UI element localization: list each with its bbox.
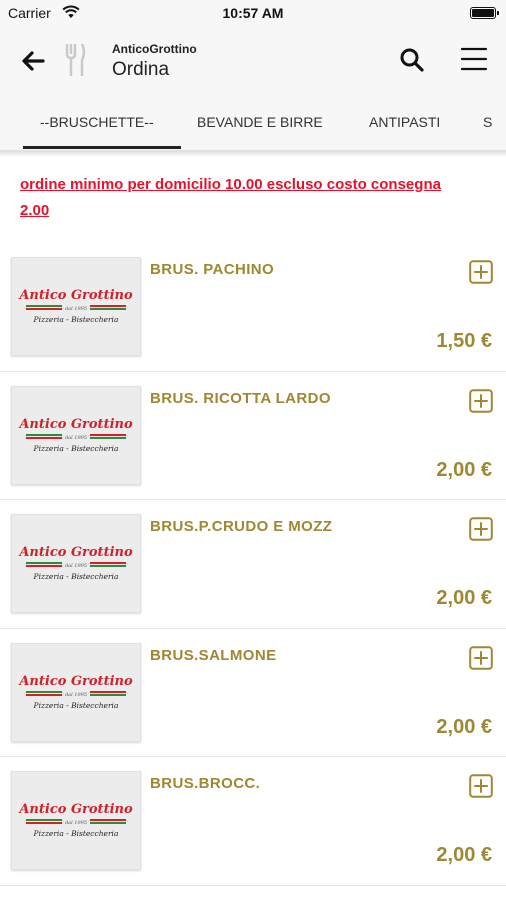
svg-text:Antico Grottino: Antico Grottino [17, 802, 133, 817]
product-price: 2,00 € [436, 844, 492, 866]
svg-text:Pizzeria - Bisteccheria: Pizzeria - Bisteccheria [33, 701, 119, 710]
hamburger-menu-icon[interactable] [460, 46, 488, 72]
list-item[interactable]: Antico Grottino dal 1995 Pizzeria - Bistec… [0, 757, 506, 886]
product-logo-image: Antico Grottino dal 1995 Pizzeria - Bistec… [11, 514, 141, 613]
product-price: 2,00 € [436, 587, 492, 609]
product-logo-image: Antico Grottino dal 1995 Pizzeria - Bistec… [11, 257, 141, 356]
tab-antipasti[interactable]: ANTIPASTI [369, 114, 440, 130]
list-item[interactable]: Antico Grottino dal 1995 Pizzeria - Bistec… [0, 372, 506, 500]
add-to-cart-icon[interactable] [469, 645, 493, 670]
svg-text:Pizzeria - Bisteccheria: Pizzeria - Bisteccheria [33, 315, 119, 324]
product-name: BRUS.BROCC. [150, 775, 261, 792]
add-to-cart-icon[interactable] [469, 774, 493, 798]
search-icon[interactable] [398, 46, 426, 74]
back-arrow-icon[interactable] [18, 46, 48, 76]
clock-time: 10:57 AM [222, 5, 284, 21]
battery-icon [470, 7, 499, 19]
add-to-cart-icon[interactable] [469, 260, 493, 284]
add-to-cart-icon[interactable] [469, 517, 493, 541]
list-item[interactable]: Antico Grottino dal 1995 Pizzeria - Bistec… [0, 629, 506, 757]
svg-text:dal 1995: dal 1995 [65, 563, 87, 569]
category-tabs: --BRUSCHETTE-- BEVANDE E BIRRE ANTIPASTI… [0, 96, 506, 151]
svg-text:Pizzeria - Bisteccheria: Pizzeria - Bisteccheria [33, 829, 119, 838]
product-name: BRUS. RICOTTA LARDO [150, 389, 331, 407]
selected-tab-indicator [23, 146, 181, 149]
product-logo-image: Antico Grottino dal 1995 Pizzeria - Bistec… [11, 771, 141, 870]
fork-knife-icon [64, 42, 88, 78]
tabs-shadow [0, 151, 506, 157]
restaurant-name: AnticoGrottino [112, 42, 197, 56]
navigation-bar: AnticoGrottino Ordina [0, 26, 506, 96]
list-item[interactable]: Antico Grottino dal 1995 Pizzeria - Bistec… [0, 500, 506, 629]
add-to-cart-icon[interactable] [469, 388, 493, 413]
svg-text:dal 1995: dal 1995 [65, 820, 87, 826]
svg-text:Antico Grottino: Antico Grottino [17, 674, 133, 689]
svg-text:Antico Grottino: Antico Grottino [17, 417, 133, 432]
tab-bevande-e-birre[interactable]: BEVANDE E BIRRE [197, 114, 323, 130]
svg-text:dal 1995: dal 1995 [65, 692, 87, 698]
minimum-order-notice: ordine minimo per domicilio 10.00 esclus… [20, 176, 441, 219]
product-price: 2,00 € [436, 458, 492, 481]
product-logo-image: Antico Grottino dal 1995 Pizzeria - Bistec… [11, 385, 141, 485]
product-logo-image: Antico Grottino dal 1995 Pizzeria - Bistec… [11, 642, 141, 742]
product-list: Antico Grottino dal 1995 Pizzeria - Bistec… [0, 243, 506, 886]
tab-partial[interactable]: S [483, 114, 492, 130]
list-item[interactable]: Antico Grottino dal 1995 Pizzeria - Bistec… [0, 243, 506, 372]
product-name: BRUS.SALMONE [150, 646, 277, 664]
svg-text:Antico Grottino: Antico Grottino [17, 545, 133, 560]
tab-bruschette[interactable]: --BRUSCHETTE-- [40, 114, 154, 130]
svg-text:Pizzeria - Bisteccheria: Pizzeria - Bisteccheria [33, 572, 119, 581]
product-price: 1,50 € [436, 330, 492, 352]
svg-text:dal 1995: dal 1995 [65, 435, 87, 441]
page-title: Ordina [112, 59, 170, 80]
svg-text:Pizzeria - Bisteccheria: Pizzeria - Bisteccheria [33, 444, 119, 453]
product-name: BRUS.P.CRUDO E MOZZ [150, 518, 333, 535]
svg-text:Antico Grottino: Antico Grottino [17, 288, 133, 303]
status-bar: Carrier 10:57 AM [0, 0, 506, 26]
product-name: BRUS. PACHINO [150, 261, 275, 278]
svg-text:dal 1995: dal 1995 [65, 306, 87, 312]
product-price: 2,00 € [436, 715, 492, 738]
